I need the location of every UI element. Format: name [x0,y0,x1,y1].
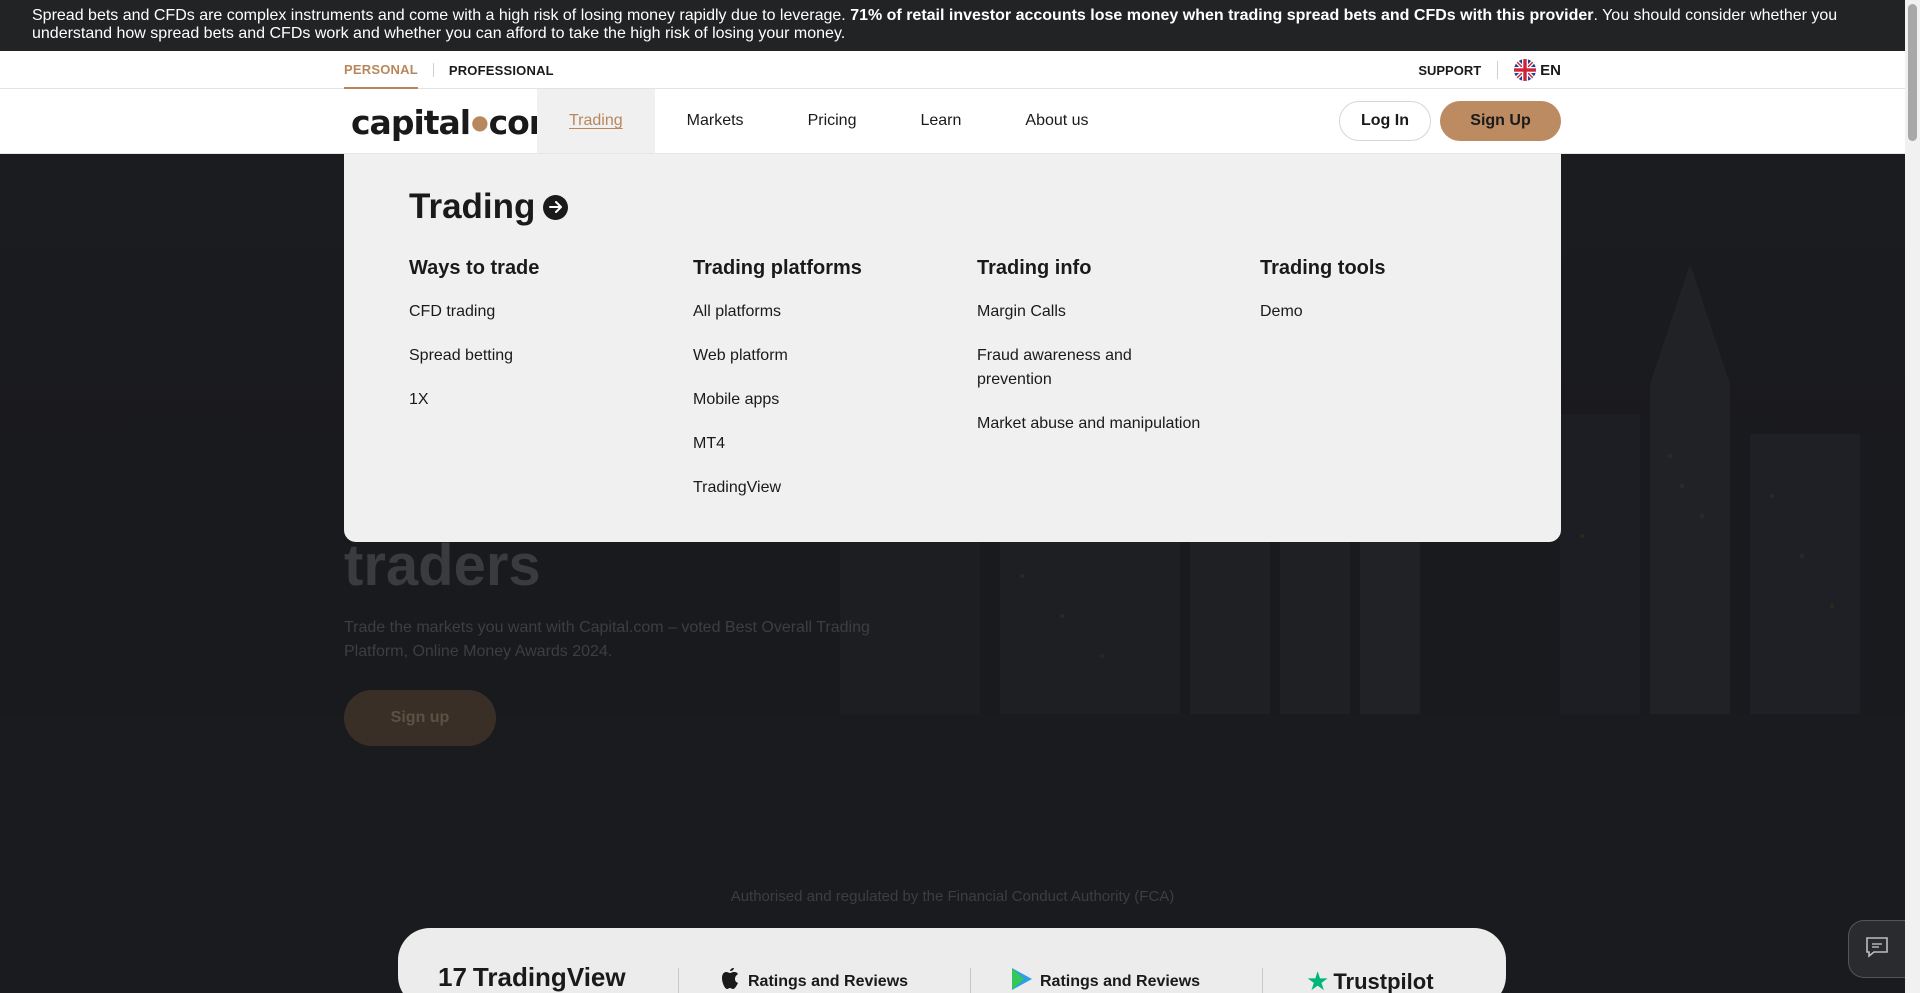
utility-bar: PERSONAL PROFESSIONAL SUPPORT EN [0,51,1905,89]
column-heading: Trading platforms [693,257,862,279]
professional-tab[interactable]: PROFESSIONAL [449,51,554,89]
risk-warning-banner: Spread bets and CFDs are complex instrum… [0,0,1920,51]
apple-rating-label: Ratings and Reviews [748,972,909,990]
google-play-icon [1012,968,1032,993]
menu-link-market-abuse[interactable]: Market abuse and manipulation [977,412,1237,436]
nav-item-markets[interactable]: Markets [655,89,776,153]
risk-text: Spread bets and CFDs are complex instrum… [32,7,851,24]
regulation-notice: Authorised and regulated by the Financia… [730,888,1175,905]
chat-button[interactable] [1848,920,1905,978]
google-play-rating-label: Ratings and Reviews [1040,972,1201,990]
menu-column-trading-platforms: Trading platforms All platforms Web plat… [693,257,943,520]
tradingview-logo-icon: 17 [438,962,467,992]
mega-menu-title-link[interactable]: Trading [409,187,569,227]
trustpilot-label: Trustpilot [1333,968,1434,993]
trustpilot-rating[interactable]: ★ Trustpilot [1306,966,1434,993]
nav-item-learn[interactable]: Learn [888,89,993,153]
column-heading: Trading info [977,257,1092,279]
language-label: EN [1540,61,1561,79]
sign-up-button[interactable]: Sign Up [1440,101,1561,141]
apple-rating[interactable]: Ratings and Reviews [722,968,908,993]
column-heading: Ways to trade [409,257,540,279]
tradingview-rating[interactable]: 17 TradingView [438,962,626,993]
divider [432,63,434,77]
menu-link-tradingview[interactable]: TradingView [693,476,943,500]
menu-link-1x[interactable]: 1X [409,388,659,412]
menu-column-ways-to-trade: Ways to trade CFD trading Spread betting… [409,257,659,432]
scrollbar-thumb[interactable] [1908,4,1917,141]
nav-item-pricing[interactable]: Pricing [776,89,889,153]
tradingview-label: TradingView [472,962,626,992]
menu-link-demo[interactable]: Demo [1260,300,1510,324]
mega-menu-title: Trading [409,187,536,226]
logo-text-left: capital [351,103,471,142]
menu-column-trading-tools: Trading tools Demo [1260,257,1510,344]
hero-title: traders [344,533,541,598]
column-heading: Trading tools [1260,257,1386,279]
apple-icon [722,968,740,993]
capital-com-logo[interactable]: capital●com [351,103,563,142]
menu-link-mt4[interactable]: MT4 [693,432,943,456]
nav-item-about-us[interactable]: About us [993,89,1120,153]
google-play-rating[interactable]: Ratings and Reviews [1012,968,1200,993]
divider [970,968,971,993]
log-in-button[interactable]: Log In [1339,101,1431,141]
nav-item-trading[interactable]: Trading [537,89,655,153]
menu-link-all-platforms[interactable]: All platforms [693,300,943,324]
uk-flag-icon [1514,59,1537,81]
divider [1262,968,1263,993]
hero-sign-up-button[interactable]: Sign up [344,690,496,746]
hero-subtitle: Trade the markets you want with Capital.… [344,619,870,660]
menu-link-spread-betting[interactable]: Spread betting [409,344,659,368]
chat-bubble-icon [1865,936,1889,963]
support-link[interactable]: SUPPORT [1418,63,1481,78]
risk-text-bold: 71% of retail investor accounts lose mon… [850,7,1594,24]
menu-link-mobile-apps[interactable]: Mobile apps [693,388,943,412]
trustpilot-star-icon: ★ [1306,966,1330,993]
arrow-right-icon [543,194,569,220]
menu-column-trading-info: Trading info Margin Calls Fraud awarenes… [977,257,1217,456]
main-navigation: capital●com Trading Markets Pricing Lear… [0,89,1905,154]
trading-mega-menu: Trading Ways to trade CFD trading Spread… [344,154,1561,542]
menu-link-margin-calls[interactable]: Margin Calls [977,300,1217,324]
divider [1497,61,1499,79]
logo-dot-icon: ● [471,110,488,134]
menu-link-web-platform[interactable]: Web platform [693,344,943,368]
menu-link-cfd-trading[interactable]: CFD trading [409,300,659,324]
divider [678,968,679,993]
personal-tab[interactable]: PERSONAL [344,51,418,89]
menu-link-fraud-awareness[interactable]: Fraud awareness and prevention [977,344,1197,392]
ratings-strip: 17 TradingView Ratings and Reviews Ratin… [398,928,1506,993]
language-selector[interactable]: EN [1514,59,1561,81]
page-scrollbar[interactable] [1905,0,1920,993]
